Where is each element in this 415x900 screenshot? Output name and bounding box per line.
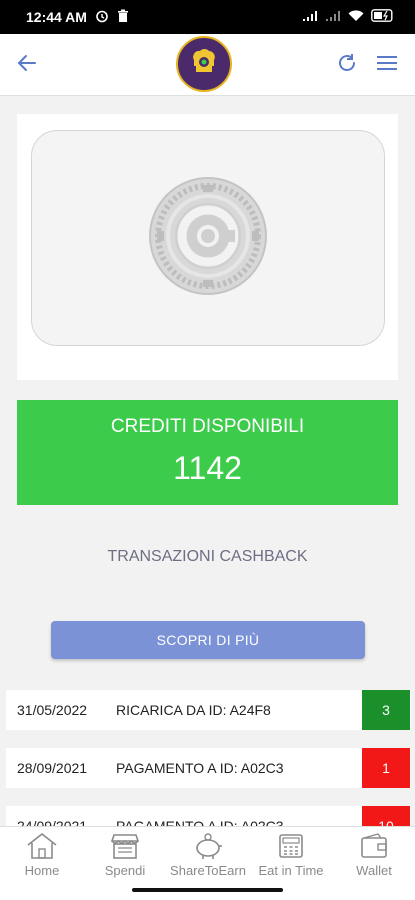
status-time: 12:44 AM <box>26 9 87 25</box>
nav-label-spendi: Spendi <box>104 863 146 878</box>
app-logo <box>176 36 232 92</box>
nav-item-eat-in-time[interactable]: Eat in Time <box>249 831 333 885</box>
store-icon <box>83 831 167 861</box>
signal-icon-2 <box>325 10 341 25</box>
transaction-row[interactable]: 28/09/2021 PAGAMENTO A ID: A02C3 1 <box>6 748 411 788</box>
home-indicator[interactable] <box>132 888 283 892</box>
wallet-icon <box>332 831 415 861</box>
credits-value: 1142 <box>173 450 242 486</box>
nav-item-spendi[interactable]: Spendi <box>83 831 167 885</box>
transaction-date: 31/05/2022 <box>17 702 88 718</box>
home-icon <box>0 831 84 861</box>
trash-icon <box>117 9 129 26</box>
nav-label-sharetoearn: ShareToEarn <box>170 863 246 878</box>
credits-label: CREDITI DISPONIBILI <box>110 416 305 437</box>
transaction-row[interactable]: 31/05/2022 RICARICA DA ID: A24F8 3 <box>6 690 411 730</box>
transaction-description: PAGAMENTO A ID: A02C3 <box>116 760 284 776</box>
nav-label-eat-in-time: Eat in Time <box>258 863 324 878</box>
status-bar: 12:44 AM <box>0 0 415 34</box>
menu-button[interactable] <box>372 50 402 80</box>
discover-more-button[interactable]: SCOPRI DI PIÙ <box>51 621 365 659</box>
transaction-date: 28/09/2021 <box>17 760 88 776</box>
back-button[interactable] <box>12 50 42 80</box>
hamburger-menu-icon <box>376 54 398 77</box>
coin-emblem-icon <box>147 175 269 302</box>
calculator-icon <box>249 831 333 861</box>
arrow-left-icon <box>17 54 37 77</box>
credits-panel: CREDITI DISPONIBILI 1142 <box>17 400 398 505</box>
piggy-bank-icon <box>166 831 250 861</box>
transaction-amount: 1 <box>362 748 410 788</box>
transaction-amount: 3 <box>362 690 410 730</box>
section-title: TRANSAZIONI CASHBACK <box>107 548 308 565</box>
wifi-icon <box>348 9 364 25</box>
nav-label-home: Home <box>24 863 60 878</box>
nav-item-sharetoearn[interactable]: ShareToEarn <box>166 831 250 885</box>
card-container <box>17 114 398 380</box>
nav-item-home[interactable]: Home <box>0 831 84 885</box>
loyalty-card[interactable] <box>31 130 385 346</box>
chef-hat-logo-icon <box>186 44 222 85</box>
alarm-icon <box>95 9 109 26</box>
transaction-description: RICARICA DA ID: A24F8 <box>116 702 271 718</box>
refresh-icon <box>336 52 358 79</box>
nav-label-wallet: Wallet <box>356 863 392 878</box>
app-header <box>0 34 415 96</box>
transaction-list: 31/05/2022 RICARICA DA ID: A24F8 3 28/09… <box>6 690 411 830</box>
nav-item-wallet[interactable]: Wallet <box>332 831 415 885</box>
battery-icon <box>371 9 397 25</box>
signal-icon <box>302 10 318 25</box>
refresh-button[interactable] <box>332 50 362 80</box>
